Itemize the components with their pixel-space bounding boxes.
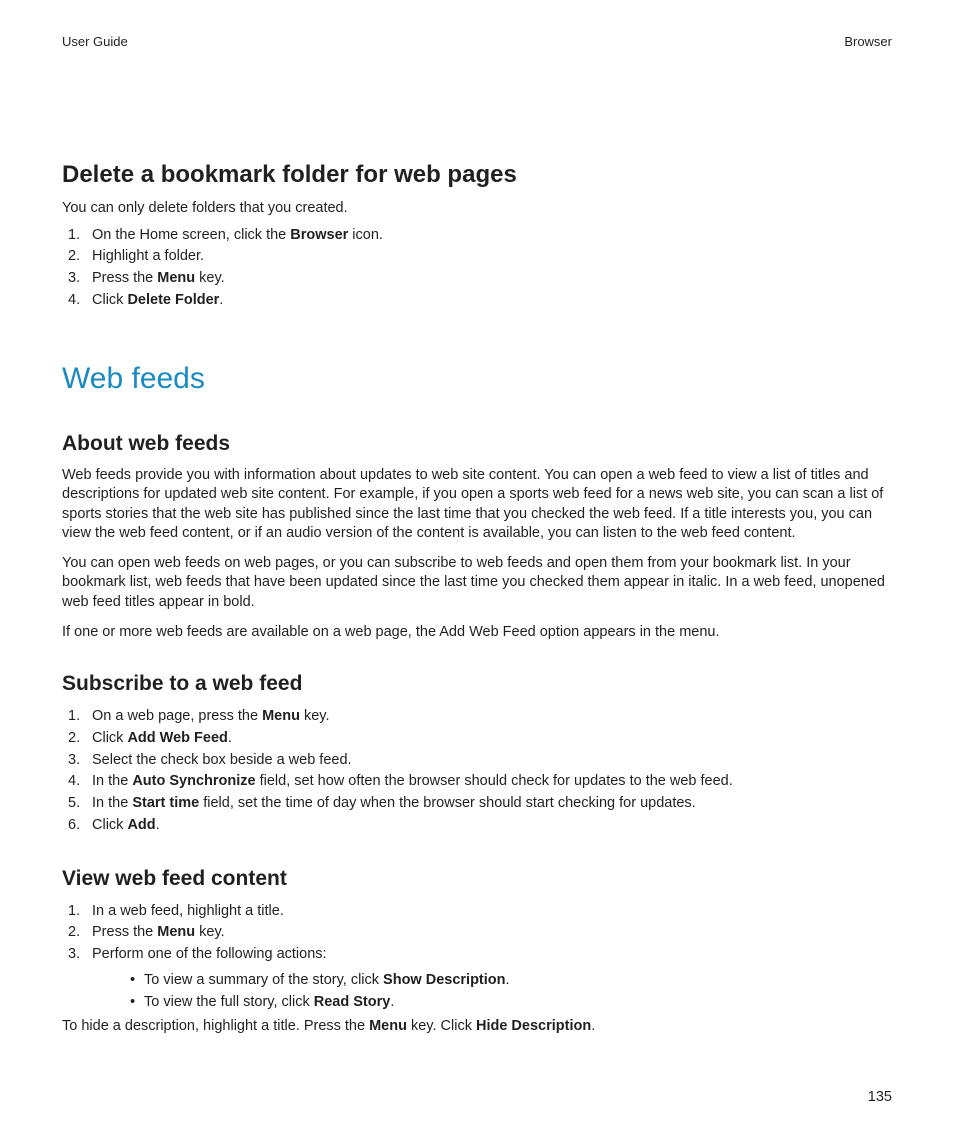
- footer-note: To hide a description, highlight a title…: [62, 1017, 892, 1037]
- step-item: Press the Menu key.: [62, 922, 892, 944]
- page-header: User Guide Browser: [62, 34, 892, 49]
- bullet-item: To view the full story, click Read Story…: [92, 992, 892, 1014]
- step-item: Click Add Web Feed.: [62, 728, 892, 750]
- step-item: Perform one of the following actions: To…: [62, 944, 892, 1013]
- heading-web-feeds: Web feeds: [62, 362, 892, 396]
- heading-about-web-feeds: About web feeds: [62, 432, 892, 456]
- steps-delete-bookmark: On the Home screen, click the Browser ic…: [62, 225, 892, 312]
- step-item: Click Delete Folder.: [62, 290, 892, 312]
- paragraph: You can open web feeds on web pages, or …: [62, 554, 892, 613]
- step-item: Select the check box beside a web feed.: [62, 750, 892, 772]
- bullet-list: To view a summary of the story, click Sh…: [92, 970, 892, 1014]
- step-item: On the Home screen, click the Browser ic…: [62, 225, 892, 247]
- step-item: Click Add.: [62, 815, 892, 837]
- heading-view-content: View web feed content: [62, 867, 892, 891]
- header-left: User Guide: [62, 34, 128, 49]
- step-item: Highlight a folder.: [62, 246, 892, 268]
- steps-view-content: In a web feed, highlight a title. Press …: [62, 901, 892, 1014]
- step-item: In the Start time field, set the time of…: [62, 793, 892, 815]
- step-item: On a web page, press the Menu key.: [62, 706, 892, 728]
- step-item: In a web feed, highlight a title.: [62, 901, 892, 923]
- bullet-item: To view a summary of the story, click Sh…: [92, 970, 892, 992]
- heading-delete-bookmark: Delete a bookmark folder for web pages: [62, 161, 892, 189]
- step-item: Press the Menu key.: [62, 268, 892, 290]
- intro-text: You can only delete folders that you cre…: [62, 199, 892, 219]
- page-number: 135: [868, 1089, 892, 1105]
- header-right: Browser: [844, 34, 892, 49]
- heading-subscribe: Subscribe to a web feed: [62, 672, 892, 696]
- steps-subscribe: On a web page, press the Menu key. Click…: [62, 706, 892, 837]
- paragraph: If one or more web feeds are available o…: [62, 623, 892, 643]
- paragraph: Web feeds provide you with information a…: [62, 466, 892, 544]
- step-item: In the Auto Synchronize field, set how o…: [62, 771, 892, 793]
